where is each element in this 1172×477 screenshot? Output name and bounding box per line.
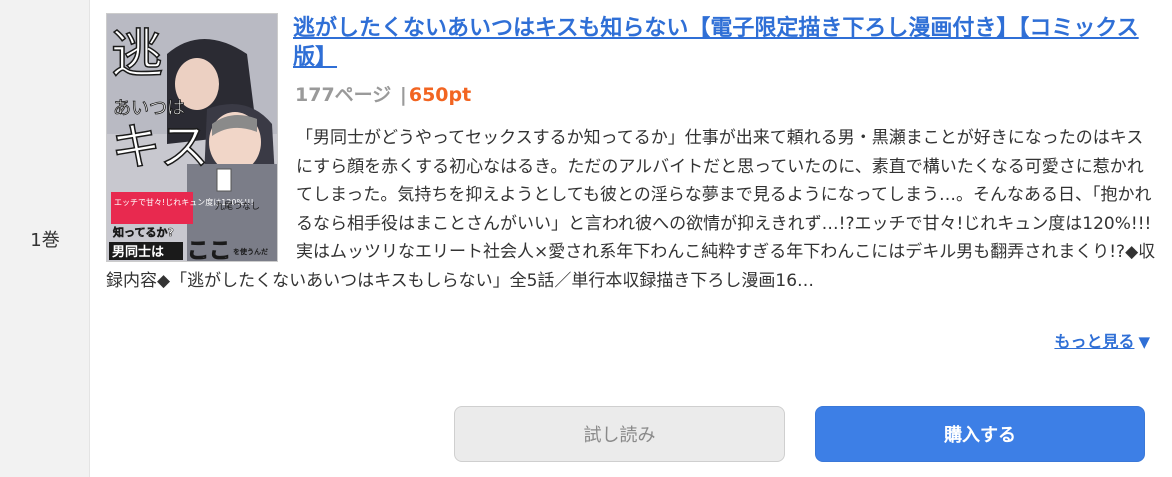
volume-column: 1巻 bbox=[0, 0, 90, 477]
show-more-link[interactable]: もっと見る ▼ bbox=[1054, 328, 1150, 352]
buy-label: 購入する bbox=[944, 425, 1016, 446]
price: 650pt bbox=[408, 84, 472, 106]
volume-label: 1巻 bbox=[30, 230, 60, 251]
cover-title-glyph: 逃 bbox=[111, 25, 163, 85]
book-title-link[interactable]: 逃がしたくないあいつはキスも知らない【電子限定描き下ろし漫画付き】【コミックス版… bbox=[293, 14, 1145, 72]
buy-button[interactable]: 購入する bbox=[815, 406, 1145, 462]
page-count: 177ページ bbox=[295, 84, 392, 106]
book-description: 「男同士がどうやってセックスするか知ってるか」仕事が出来て頼れる男・黒瀬まことが… bbox=[106, 124, 1156, 295]
book-meta: 177ページ | 650pt bbox=[295, 83, 471, 107]
meta-separator: | bbox=[399, 84, 407, 106]
show-more-label: もっと見る bbox=[1054, 332, 1135, 351]
trial-read-button[interactable]: 試し読み bbox=[454, 406, 785, 462]
cover-float-spacer bbox=[106, 124, 296, 262]
svg-text:あいつは: あいつは bbox=[113, 98, 185, 119]
trial-read-label: 試し読み bbox=[583, 425, 656, 446]
triangle-down-icon: ▼ bbox=[1138, 333, 1150, 351]
